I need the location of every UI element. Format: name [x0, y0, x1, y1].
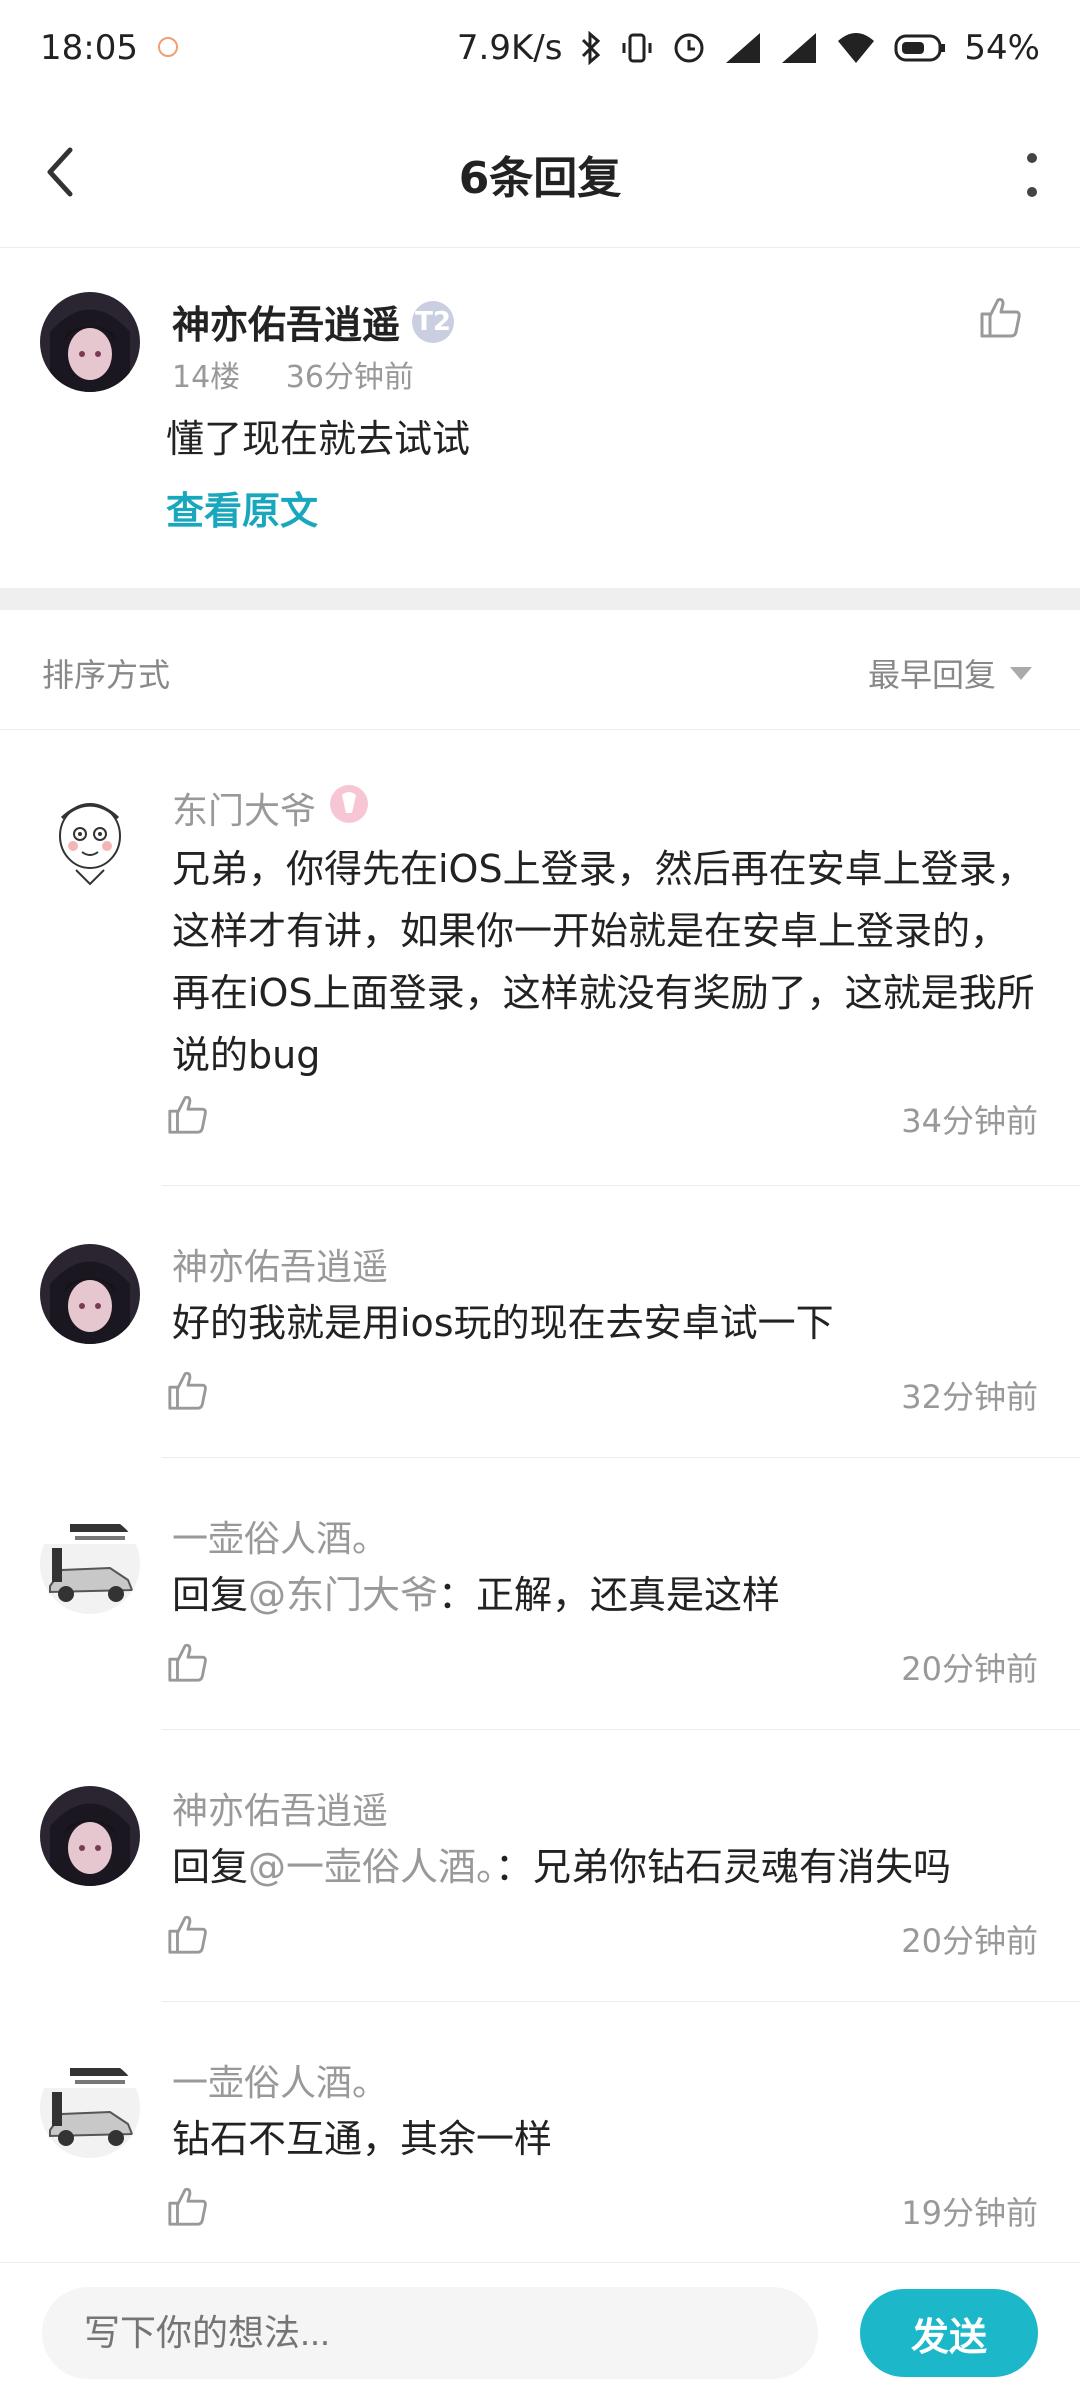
alarm-icon [672, 31, 706, 65]
more-button[interactable] [1020, 150, 1044, 200]
reply-author[interactable]: 一壶俗人酒。 [172, 1510, 388, 1562]
thumbs-up-icon [168, 1371, 207, 1410]
thumbs-up-icon [168, 1095, 207, 1134]
thumbs-up-icon [168, 1915, 207, 1954]
parent-comment: 神亦佑吾逍遥 T2 14楼 36分钟前 懂了现在就去试试 查看原文 [0, 248, 1080, 588]
reply-text: 兄弟，你得先在iOS上登录，然后再在安卓上登录，这样才有讲，如果你一开始就是在安… [172, 847, 1035, 1077]
status-time: 18:05 [40, 28, 138, 68]
list-item: 一壶俗人酒。 回复@东门大爷：正解，还真是这样 20分钟前 [0, 1458, 1080, 1730]
title-bar: 6条回复 [0, 96, 1080, 248]
medal-icon [328, 783, 370, 834]
reply-time: 20分钟前 [901, 1650, 1038, 1688]
car-photo-avatar-icon [40, 2058, 140, 2158]
send-button[interactable]: 发送 [860, 2289, 1038, 2377]
like-button[interactable] [166, 1092, 210, 1136]
anime-avatar-icon [40, 1786, 140, 1886]
list-item: 神亦佑吾逍遥 好的我就是用ios玩的现在去安卓试一下 32分钟前 [0, 1186, 1080, 1458]
reply-author[interactable]: 神亦佑吾逍遥 [172, 1782, 388, 1834]
mention-link[interactable]: @一壶俗人酒。 [248, 1845, 495, 1889]
like-button[interactable] [166, 1640, 210, 1684]
floor-number: 14楼 [172, 360, 241, 395]
reply-text: 回复@一壶俗人酒。：兄弟你钻石灵魂有消失吗 [172, 1836, 1042, 1898]
thumbs-up-icon [168, 1643, 207, 1682]
reply-time: 32分钟前 [901, 1378, 1038, 1416]
sketch-face-avatar-icon [40, 788, 140, 888]
reply-content: ：正解，还真是这样 [438, 1573, 781, 1617]
composer-bar: 发送 [0, 2262, 1080, 2400]
caret-down-icon [1010, 666, 1032, 680]
signal-icon-2 [780, 31, 818, 65]
battery-icon [894, 33, 946, 63]
comment-input[interactable] [42, 2287, 818, 2379]
avatar[interactable] [40, 292, 140, 392]
more-vertical-icon [1027, 153, 1037, 197]
author-name: 神亦佑吾逍遥 [172, 1791, 389, 1832]
section-divider [0, 588, 1080, 610]
thumbs-up-icon [980, 298, 1021, 338]
like-button[interactable] [166, 1368, 210, 1412]
status-bar: 18:05 7.9K/s 54% [0, 0, 1080, 96]
like-button[interactable] [166, 2184, 210, 2228]
like-button[interactable] [166, 1912, 210, 1956]
view-original-link[interactable]: 查看原文 [166, 480, 318, 535]
reply-content: ：兄弟你钻石灵魂有消失吗 [495, 1845, 952, 1889]
reply-text: 好的我就是用ios玩的现在去安卓试一下 [172, 1301, 834, 1345]
level-badge: T2 [412, 300, 455, 343]
list-item: 神亦佑吾逍遥 回复@一壶俗人酒。：兄弟你钻石灵魂有消失吗 20分钟前 [0, 1730, 1080, 2002]
avatar[interactable] [40, 1786, 140, 1886]
reply-author[interactable]: 神亦佑吾逍遥 [172, 1238, 388, 1290]
sort-selected: 最早回复 [867, 656, 996, 694]
signal-icon [724, 31, 762, 65]
sort-dropdown[interactable]: 最早回复 [868, 650, 1032, 696]
thumbs-up-icon [168, 2187, 207, 2226]
reply-time: 20分钟前 [901, 1922, 1038, 1960]
reply-time: 34分钟前 [901, 1102, 1038, 1140]
vibrate-icon [620, 31, 654, 65]
post-time: 36分钟前 [285, 360, 414, 395]
anime-avatar-icon [40, 1244, 140, 1344]
car-photo-avatar-icon [40, 1514, 140, 1614]
network-speed: 7.9K/s [456, 28, 563, 68]
author-name: 神亦佑吾逍遥 [172, 303, 401, 347]
list-item: 一壶俗人酒。 钻石不互通，其余一样 19分钟前 [0, 2002, 1080, 2262]
mention-link[interactable]: @东门大爷 [248, 1573, 438, 1617]
reply-author[interactable]: 一壶俗人酒。 [172, 2054, 388, 2106]
notification-icon [156, 28, 180, 68]
author-name: 神亦佑吾逍遥 [172, 1247, 389, 1288]
reply-author[interactable]: 东门大爷 [172, 782, 370, 834]
parent-meta: 14楼 36分钟前 [172, 352, 414, 396]
battery-level: 54% [964, 28, 1040, 68]
wifi-icon [836, 31, 876, 65]
bluetooth-icon [580, 31, 602, 65]
author-name: 东门大爷 [172, 791, 317, 832]
avatar[interactable] [40, 2058, 140, 2158]
sort-bar: 排序方式 最早回复 [0, 610, 1080, 730]
reply-time: 19分钟前 [901, 2194, 1038, 2232]
avatar[interactable] [40, 788, 140, 888]
reply-list: 东门大爷 兄弟，你得先在iOS上登录，然后再在安卓上登录，这样才有讲，如果你一开… [0, 730, 1080, 2262]
author-name: 一壶俗人酒。 [172, 2063, 389, 2104]
page-title: 6条回复 [458, 153, 622, 204]
reply-text: 回复@东门大爷：正解，还真是这样 [172, 1564, 1042, 1626]
parent-text: 懂了现在就去试试 [166, 417, 471, 461]
avatar[interactable] [40, 1514, 140, 1614]
like-button[interactable] [978, 294, 1024, 340]
sort-label: 排序方式 [42, 656, 171, 694]
author-name: 一壶俗人酒。 [172, 1519, 389, 1560]
reply-text: 钻石不互通，其余一样 [172, 2117, 553, 2161]
reply-prefix: 回复 [172, 1573, 249, 1617]
avatar[interactable] [40, 1244, 140, 1344]
parent-author[interactable]: 神亦佑吾逍遥 T2 [172, 294, 455, 349]
list-item: 东门大爷 兄弟，你得先在iOS上登录，然后再在安卓上登录，这样才有讲，如果你一开… [0, 730, 1080, 1186]
anime-avatar-icon [40, 292, 140, 392]
reply-prefix: 回复 [172, 1845, 249, 1889]
